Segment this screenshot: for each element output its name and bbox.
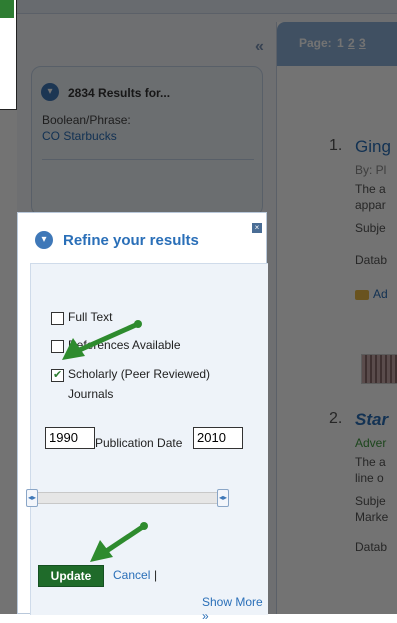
result-subject: Subje [355, 494, 386, 508]
separator: | [154, 568, 158, 582]
result-title-link[interactable]: Ging [355, 137, 391, 157]
slider-handle-right[interactable]: ◂▸ [217, 489, 229, 507]
result-database: Datab [355, 540, 388, 554]
collapse-panel-icon[interactable]: « [255, 38, 264, 56]
results-content: Page: 1 2 3 1. Ging By: Pl The a appar S… [276, 22, 397, 614]
top-strip [17, 0, 397, 14]
result-subject: Subje [355, 221, 386, 235]
add-to-folder-link[interactable]: Ad [355, 287, 388, 301]
crop-marker-fill [0, 0, 14, 18]
folder-icon [355, 289, 369, 300]
result-snippet: The a [355, 182, 386, 196]
page-link-2[interactable]: 2 [348, 36, 355, 50]
document-thumbnail[interactable] [361, 354, 397, 384]
page-link-1[interactable]: 1 [337, 36, 344, 50]
close-icon[interactable]: × [252, 223, 262, 233]
pagination-bar: Page: 1 2 3 [277, 22, 397, 66]
scholarly-label-line2: Journals [68, 387, 114, 401]
annotation-arrow-icon [62, 320, 142, 360]
query-value-link[interactable]: CO Starbucks [42, 129, 117, 143]
result-title-link[interactable]: Star [355, 410, 388, 430]
crop-marker [0, 0, 17, 110]
date-to-input[interactable]: 2010 [193, 427, 243, 449]
slider-handle-left[interactable]: ◂▸ [26, 489, 38, 507]
result-subject-2: Marke [355, 510, 389, 524]
show-more-link[interactable]: Show More » [202, 595, 266, 623]
annotation-arrow-icon [90, 522, 148, 562]
scholarly-checkbox[interactable] [51, 368, 64, 382]
publication-date-label: Publication Date [95, 436, 183, 450]
chevron-down-icon[interactable]: ▾ [35, 231, 53, 249]
refine-title: Refine your results [63, 232, 199, 249]
date-range-slider-track[interactable] [32, 492, 218, 504]
chevron-down-icon[interactable]: ▾ [41, 83, 59, 101]
result-byline: By: Pl [355, 163, 387, 177]
cancel-link[interactable]: Cancel [113, 568, 150, 582]
result-snippet-2: appar [355, 198, 386, 212]
results-summary-card: ▾ 2834 Results for... Boolean/Phrase: CO… [31, 66, 263, 216]
query-type-label: Boolean/Phrase: [42, 113, 131, 127]
result-type: Adver [355, 436, 387, 450]
divider [42, 159, 254, 160]
update-button[interactable]: Update [38, 565, 104, 587]
results-count-title: 2834 Results for... [68, 86, 171, 100]
pagination-label: Page: [299, 36, 332, 50]
add-to-folder-label: Ad [373, 287, 388, 301]
scholarly-label-line1: Scholarly (Peer Reviewed) [68, 367, 211, 381]
result-database: Datab [355, 253, 388, 267]
result-snippet-2: line o [355, 471, 384, 485]
page-link-3[interactable]: 3 [359, 36, 366, 50]
result-number: 1. [329, 137, 343, 154]
result-number: 2. [329, 410, 343, 427]
date-from-input[interactable]: 1990 [45, 427, 95, 449]
result-snippet: The a [355, 455, 386, 469]
